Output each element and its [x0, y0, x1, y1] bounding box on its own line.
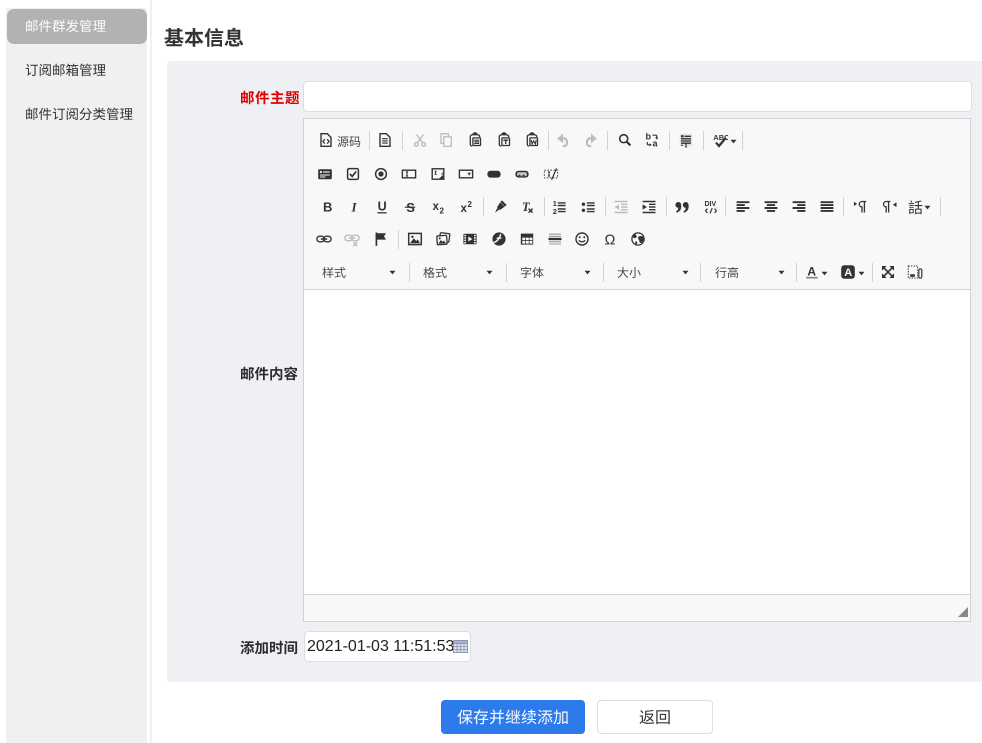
svg-text:DIV: DIV: [704, 201, 716, 208]
svg-text:2: 2: [468, 200, 473, 209]
svg-text:B: B: [323, 199, 332, 214]
svg-text:A: A: [807, 265, 816, 279]
svg-text:a: a: [653, 139, 659, 149]
svg-text:b: b: [646, 132, 652, 142]
svg-text:2: 2: [553, 206, 557, 214]
svg-text:x: x: [461, 203, 468, 215]
svg-text:I: I: [351, 199, 358, 214]
svg-text:ABC: ABC: [713, 133, 728, 142]
svg-text:U: U: [378, 199, 387, 213]
svg-text:x: x: [432, 201, 439, 213]
svg-text:2: 2: [439, 206, 444, 215]
svg-text:A: A: [844, 267, 852, 279]
svg-text:Ω: Ω: [605, 233, 616, 248]
